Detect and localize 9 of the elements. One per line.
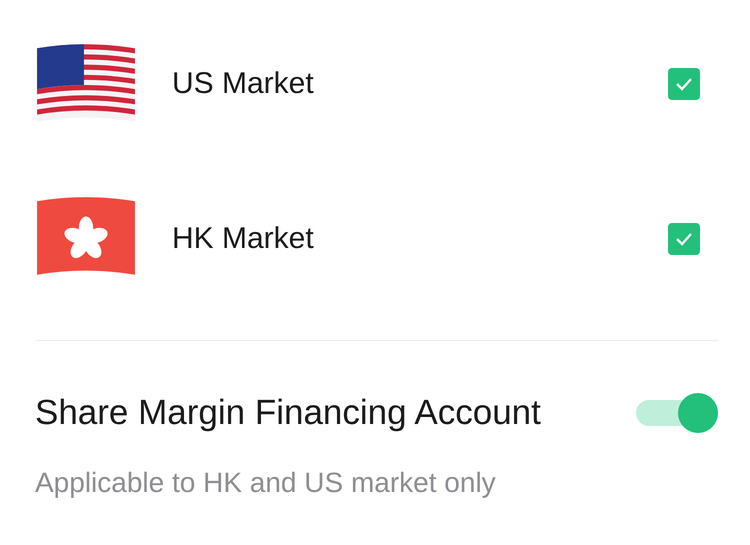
checkbox[interactable] — [668, 223, 700, 255]
checkmark-icon — [675, 232, 693, 246]
setting-note: Applicable to HK and US market only — [35, 467, 497, 499]
checkbox[interactable] — [668, 68, 700, 100]
market-name: US Market — [172, 67, 315, 101]
checkmark-icon — [675, 77, 693, 91]
toggle-switch[interactable] — [636, 393, 718, 433]
setting-title: Share Margin Financing Account — [35, 393, 542, 433]
market-name: HK Market — [172, 222, 315, 256]
